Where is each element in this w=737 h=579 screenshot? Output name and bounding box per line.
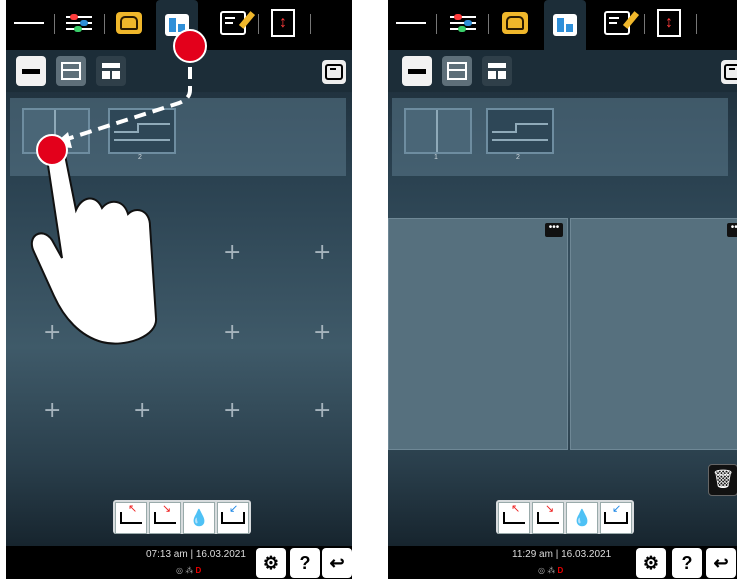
touch-end-marker: [36, 134, 68, 166]
tray-out-icon[interactable]: ↖: [498, 502, 530, 534]
screen-left-instruction: ↕ 2 + + + + + + + + + + ↖ ↘ 💧 ↙: [6, 0, 352, 579]
split-quad-icon[interactable]: [482, 56, 512, 86]
single-bar-icon[interactable]: [402, 56, 432, 86]
clock: 11:29 am | 16.03.2021: [512, 549, 612, 560]
split-horizontal-icon[interactable]: [442, 56, 472, 86]
screen-right-result: ↕ 1 2 ••• ••• 🗑 ↖ ↘ 💧 ↙ 11:29 am |: [388, 0, 737, 579]
tray-in-icon[interactable]: ↘: [532, 502, 564, 534]
sliders-icon[interactable]: [448, 8, 478, 38]
layout-thumbnail-stepped[interactable]: [486, 108, 554, 154]
menu-icon[interactable]: [396, 8, 426, 38]
status-indicators: ◎ ⁂ D: [538, 566, 564, 575]
view-mode-row: [388, 50, 737, 92]
trash-icon[interactable]: 🗑: [708, 464, 737, 496]
gear-icon[interactable]: ⚙: [636, 548, 666, 578]
chef-hat-icon[interactable]: [500, 8, 530, 38]
edit-layout-button[interactable]: [721, 60, 737, 84]
layout-templates-panel: 1 2: [392, 98, 728, 176]
drag-path-arrow: [63, 48, 192, 142]
thumbnail-label: 1: [434, 154, 438, 161]
cell-options-button[interactable]: •••: [545, 223, 563, 237]
back-icon[interactable]: ↩: [706, 548, 736, 578]
hand-pointer-icon: [31, 140, 158, 345]
layout-thumbnail-two-columns[interactable]: [404, 108, 472, 154]
edit-icon[interactable]: [602, 8, 640, 38]
water-drop-icon[interactable]: 💧: [566, 502, 598, 534]
top-tab-bar: ↕: [388, 0, 737, 50]
help-icon[interactable]: ?: [672, 548, 702, 578]
expand-vertical-icon[interactable]: ↕: [654, 8, 684, 38]
layout-cell-right[interactable]: •••: [570, 218, 737, 450]
thumbnail-label: 2: [516, 154, 520, 161]
tab-layout[interactable]: [544, 0, 586, 50]
date: 16.03.2021: [561, 549, 612, 560]
drag-gesture-overlay: [31, 29, 207, 345]
touch-start-marker: [173, 29, 207, 63]
layout-icon: [553, 14, 577, 36]
layout-cell-left[interactable]: •••: [388, 218, 568, 450]
time: 11:29 am: [512, 549, 553, 560]
status-indicator: D: [557, 566, 564, 575]
cell-options-button[interactable]: •••: [727, 223, 737, 237]
tray-fill-icon[interactable]: ↙: [600, 502, 632, 534]
cleaning-tool-strip: ↖ ↘ 💧 ↙: [496, 500, 634, 534]
